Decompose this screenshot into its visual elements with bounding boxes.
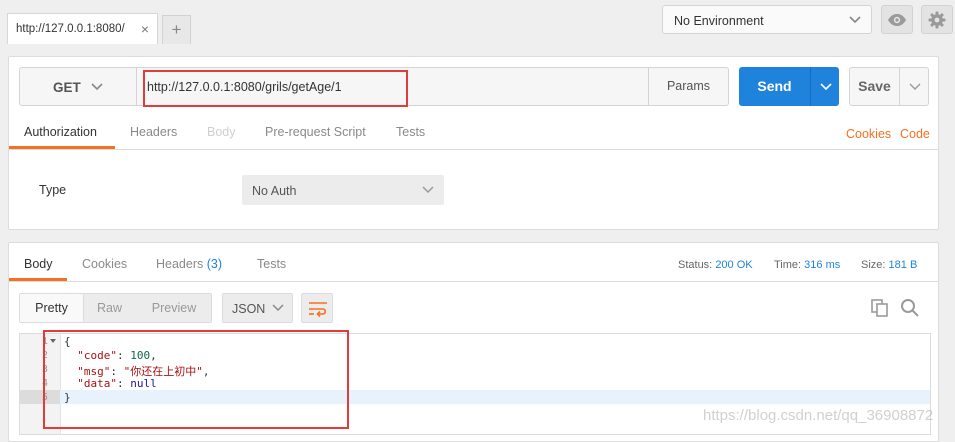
- chevron-down-icon: [272, 304, 284, 312]
- fold-arrow-icon[interactable]: [50, 339, 56, 344]
- code-line: "code": 100,: [77, 349, 157, 362]
- tab-authorization[interactable]: Authorization: [24, 125, 97, 139]
- auth-type-value: No Auth: [252, 184, 297, 198]
- response-tab-headers-label: Headers: [156, 257, 204, 271]
- response-tab-cookies[interactable]: Cookies: [82, 257, 127, 271]
- time-label: Time:: [774, 259, 802, 271]
- json-null: null: [130, 377, 157, 390]
- url-input-value: http://127.0.0.1:8080/grils/getAge/1: [147, 80, 342, 94]
- line-number: 2: [41, 350, 48, 361]
- request-tab[interactable]: http://127.0.0.1:8080/ ×: [7, 13, 158, 44]
- line-number: 1: [41, 336, 48, 347]
- size-label: Size:: [861, 259, 886, 271]
- response-size: Size: 181 B: [861, 259, 917, 271]
- code-line: }: [64, 391, 71, 404]
- environment-select-label: No Environment: [674, 14, 764, 28]
- json-number: 100: [130, 349, 151, 362]
- code-link[interactable]: Code: [900, 127, 930, 141]
- tab-tests[interactable]: Tests: [396, 125, 425, 139]
- response-tab-tests[interactable]: Tests: [257, 257, 286, 271]
- chevron-down-icon: [91, 83, 103, 91]
- status-value: 200 OK: [715, 259, 753, 271]
- send-button[interactable]: Send: [739, 67, 810, 106]
- chevron-down-icon: [820, 83, 832, 91]
- chevron-down-icon: [422, 186, 434, 194]
- line-number: 3: [41, 364, 48, 375]
- time-value: 316 ms: [804, 259, 841, 271]
- save-button[interactable]: Save: [849, 67, 900, 106]
- format-select-value: JSON: [232, 302, 266, 316]
- params-button[interactable]: Params: [648, 67, 729, 106]
- active-tab-indicator: [9, 146, 115, 149]
- view-pretty-button[interactable]: Pretty: [20, 294, 84, 322]
- chevron-down-icon: [909, 83, 921, 90]
- headers-count: (3): [206, 257, 223, 271]
- method-select[interactable]: GET: [19, 67, 137, 106]
- send-options-button[interactable]: [810, 67, 839, 106]
- response-status: Status: 200 OK: [678, 259, 753, 271]
- line-number: 4: [41, 378, 48, 389]
- response-tabs: Body Cookies Headers (3) Tests Status: 2…: [9, 250, 938, 282]
- chevron-down-icon: [849, 16, 861, 24]
- request-tab-title: http://127.0.0.1:8080/: [16, 23, 125, 35]
- close-tab-icon[interactable]: ×: [141, 21, 149, 37]
- line-number: 5: [41, 392, 48, 403]
- size-value: 181 B: [888, 259, 918, 271]
- code-line: {: [64, 335, 71, 348]
- copy-icon[interactable]: [870, 298, 890, 318]
- auth-type-label: Type: [39, 183, 67, 197]
- status-label: Status:: [678, 259, 713, 271]
- tab-body[interactable]: Body: [207, 125, 236, 139]
- environment-select[interactable]: No Environment: [662, 5, 872, 34]
- cookies-link[interactable]: Cookies: [846, 127, 891, 141]
- tab-headers[interactable]: Headers: [130, 125, 177, 139]
- request-tabs: Authorization Headers Body Pre-request S…: [9, 118, 938, 150]
- code-line: "data": null: [77, 377, 157, 390]
- active-line-highlight: [20, 390, 930, 404]
- auth-type-select[interactable]: No Auth: [242, 175, 444, 205]
- watermark: https://blog.csdn.net/qq_36908872: [703, 407, 934, 424]
- json-key: "code": [77, 349, 117, 362]
- wrap-lines-button[interactable]: [301, 293, 333, 323]
- response-tab-body[interactable]: Body: [24, 257, 53, 271]
- json-key: "data": [77, 377, 117, 390]
- add-tab-button[interactable]: +: [162, 15, 191, 44]
- eye-icon: [888, 13, 906, 26]
- manage-environments-button[interactable]: [921, 5, 953, 34]
- format-select[interactable]: JSON: [222, 293, 293, 323]
- active-tab-indicator: [9, 278, 67, 281]
- wrap-lines-icon: [309, 302, 327, 318]
- method-label: GET: [53, 80, 81, 95]
- save-options-button[interactable]: [899, 67, 929, 106]
- view-preview-button[interactable]: Preview: [137, 294, 211, 322]
- response-time: Time: 316 ms: [774, 259, 840, 271]
- view-raw-button[interactable]: Raw: [84, 294, 135, 322]
- tab-pre-request-script[interactable]: Pre-request Script: [265, 125, 366, 139]
- view-mode-group: Pretty Raw Preview: [19, 293, 212, 323]
- environment-quick-look-button[interactable]: [881, 5, 913, 34]
- response-tab-headers[interactable]: Headers (3): [156, 257, 222, 271]
- search-icon[interactable]: [900, 298, 920, 318]
- gear-icon: [928, 11, 946, 28]
- url-input[interactable]: http://127.0.0.1:8080/grils/getAge/1: [136, 67, 649, 106]
